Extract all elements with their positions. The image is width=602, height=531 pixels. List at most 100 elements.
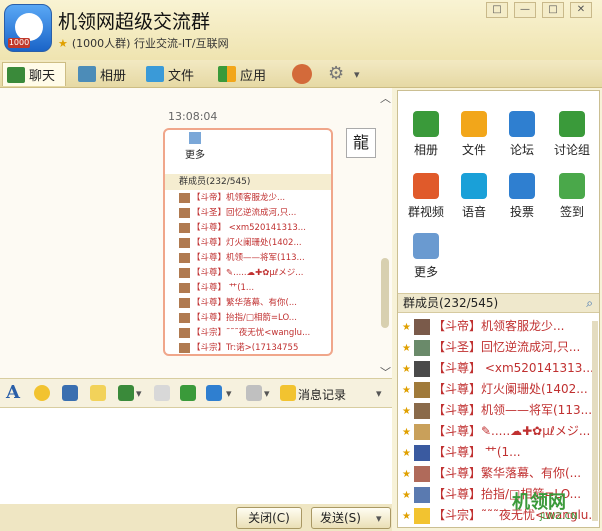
avatar (179, 297, 190, 308)
chevron-up-icon[interactable]: ︿ (380, 90, 391, 106)
avatar (179, 237, 190, 248)
avatar (414, 465, 430, 482)
maximize-button[interactable]: □ (542, 2, 564, 18)
member-row[interactable]: ★ 【斗帝】机领客服龙少... (402, 316, 592, 336)
image-icon[interactable] (118, 385, 134, 401)
more-icon (413, 233, 439, 259)
magic-icon[interactable] (62, 385, 78, 401)
member-row[interactable]: ★ 【斗尊】✎.....☁✚✿µℓメジ... (402, 421, 592, 441)
app-more[interactable]: 更多 (402, 233, 450, 280)
role-icon: ★ (402, 427, 411, 438)
member-row[interactable]: ★ 【斗尊】灯火阑珊处(1402... (402, 379, 592, 399)
footer: 关闭(C) 发送(S) ▾ (0, 504, 392, 531)
list-item: 【斗宗】˜˜˜夜无忧<wanglu... (179, 327, 329, 340)
avatar (414, 486, 430, 503)
group-size-badge: 1000 (8, 38, 30, 48)
chevron-down-icon[interactable]: ▾ (354, 68, 360, 81)
list-item: 【斗尊】灯火阑珊处(1402... (179, 237, 329, 250)
role-icon: ★ (402, 469, 411, 480)
tab-chat[interactable]: 聊天 (2, 62, 66, 86)
avatar (414, 507, 430, 524)
emoji-icon[interactable] (34, 385, 50, 401)
members-header: 群成员(232/545) ⌕ (398, 293, 599, 313)
watermark-url: JLWZ.CN (540, 512, 578, 522)
avatar (414, 360, 430, 377)
input-toolbar: A ▾ ▾ ▾ 消息记录 ▾ (0, 378, 392, 408)
tab-files[interactable]: 文件 (146, 62, 194, 86)
tab-apps[interactable]: 应用 (218, 62, 266, 86)
screen-icon[interactable] (206, 385, 222, 401)
message-timestamp: 13:08:04 (168, 110, 218, 123)
group-side-panel: 相册 文件 论坛 讨论组 群视频 语音 投票 签到 更多 群成员(232/545… (397, 90, 600, 528)
chevron-down-icon[interactable]: ▾ (376, 387, 382, 400)
avatar (179, 312, 190, 323)
settings-gear-icon[interactable]: ⚙ (328, 63, 344, 84)
video-icon (413, 173, 439, 199)
avatar (414, 423, 430, 440)
minimize-button[interactable]: — (514, 2, 536, 18)
app-vote[interactable]: 投票 (498, 173, 546, 220)
close-window-button[interactable]: ✕ (570, 2, 592, 18)
forum-icon (509, 111, 535, 137)
app-album[interactable]: 相册 (402, 111, 450, 158)
role-icon: ★ (402, 364, 411, 375)
role-icon: ★ (402, 490, 411, 501)
group-logo-icon (15, 13, 43, 41)
members-scrollbar[interactable] (592, 321, 598, 521)
member-row[interactable]: ★ 【斗尊】 艹(1... (402, 442, 592, 462)
app-icon (218, 66, 236, 82)
app-files[interactable]: 文件 (450, 111, 498, 158)
group-category: (1000人群) 行业交流-IT/互联网 (71, 37, 229, 50)
member-row[interactable]: ★ 【斗尊】机领——将军(113... (402, 400, 592, 420)
app-discussion[interactable]: 讨论组 (548, 111, 596, 158)
album-icon (78, 66, 96, 82)
member-row[interactable]: ★ 【斗尊】 <xm520141313... (402, 358, 592, 378)
font-icon[interactable]: A (6, 382, 20, 403)
list-item: 【斗尊】抬指/□相箭=LO... (179, 312, 329, 325)
member-row[interactable]: ★ 【斗尊】繁华落幕、有你(... (402, 463, 592, 483)
group-avatar[interactable]: 1000 (4, 4, 52, 52)
app-video[interactable]: 群视频 (402, 173, 450, 220)
add-member-icon[interactable] (292, 64, 312, 84)
list-item: 【斗尊】 艹(1... (179, 282, 329, 295)
avatar (179, 282, 190, 293)
search-icon[interactable]: ⌕ (586, 294, 593, 312)
chevron-down-icon[interactable]: ▾ (226, 387, 232, 400)
checkin-icon (559, 173, 585, 199)
chevron-down-icon[interactable]: ▾ (264, 387, 270, 400)
list-item: 【斗帝】机领客服龙少... (179, 192, 329, 205)
avatar (179, 252, 190, 263)
screenshot-icon[interactable] (246, 385, 262, 401)
main-toolbar: 聊天 相册 文件 应用 ⚙ ▾ (0, 60, 602, 88)
close-button[interactable]: 关闭(C) (236, 507, 302, 529)
message-input[interactable] (0, 408, 392, 504)
app-voice[interactable]: 语音 (450, 173, 498, 220)
document-icon[interactable] (154, 385, 170, 401)
avatar (414, 318, 430, 335)
role-icon: ★ (402, 322, 411, 333)
folder-icon (146, 66, 164, 82)
history-icon (280, 385, 296, 401)
tab-album[interactable]: 相册 (78, 62, 126, 86)
app-forum[interactable]: 论坛 (498, 111, 546, 158)
list-item: 【斗尊】 <xm520141313... (179, 222, 329, 235)
role-icon: ★ (402, 385, 411, 396)
share-icon[interactable] (180, 385, 196, 401)
avatar (179, 327, 190, 338)
chevron-down-icon[interactable]: ▾ (136, 387, 142, 400)
member-row[interactable]: ★ 【斗圣】回忆逆流成河,只... (402, 337, 592, 357)
role-icon: ★ (402, 343, 411, 354)
history-button[interactable]: 消息记录 (298, 386, 346, 403)
chat-scrollbar[interactable] (381, 258, 389, 328)
vote-icon (509, 173, 535, 199)
app-checkin[interactable]: 签到 (548, 173, 596, 220)
avatar (179, 342, 190, 353)
send-options-chevron-icon[interactable]: ▾ (376, 512, 382, 525)
group-title: 机领网超级交流群 (58, 11, 211, 33)
sender-avatar[interactable]: 龍 (346, 128, 376, 158)
more-icon (189, 132, 201, 144)
role-icon: ★ (402, 511, 411, 522)
note-icon[interactable] (90, 385, 106, 401)
list-item: 【斗圣】回忆逆流成河,只... (179, 207, 329, 220)
skin-button[interactable]: □ (486, 2, 508, 18)
